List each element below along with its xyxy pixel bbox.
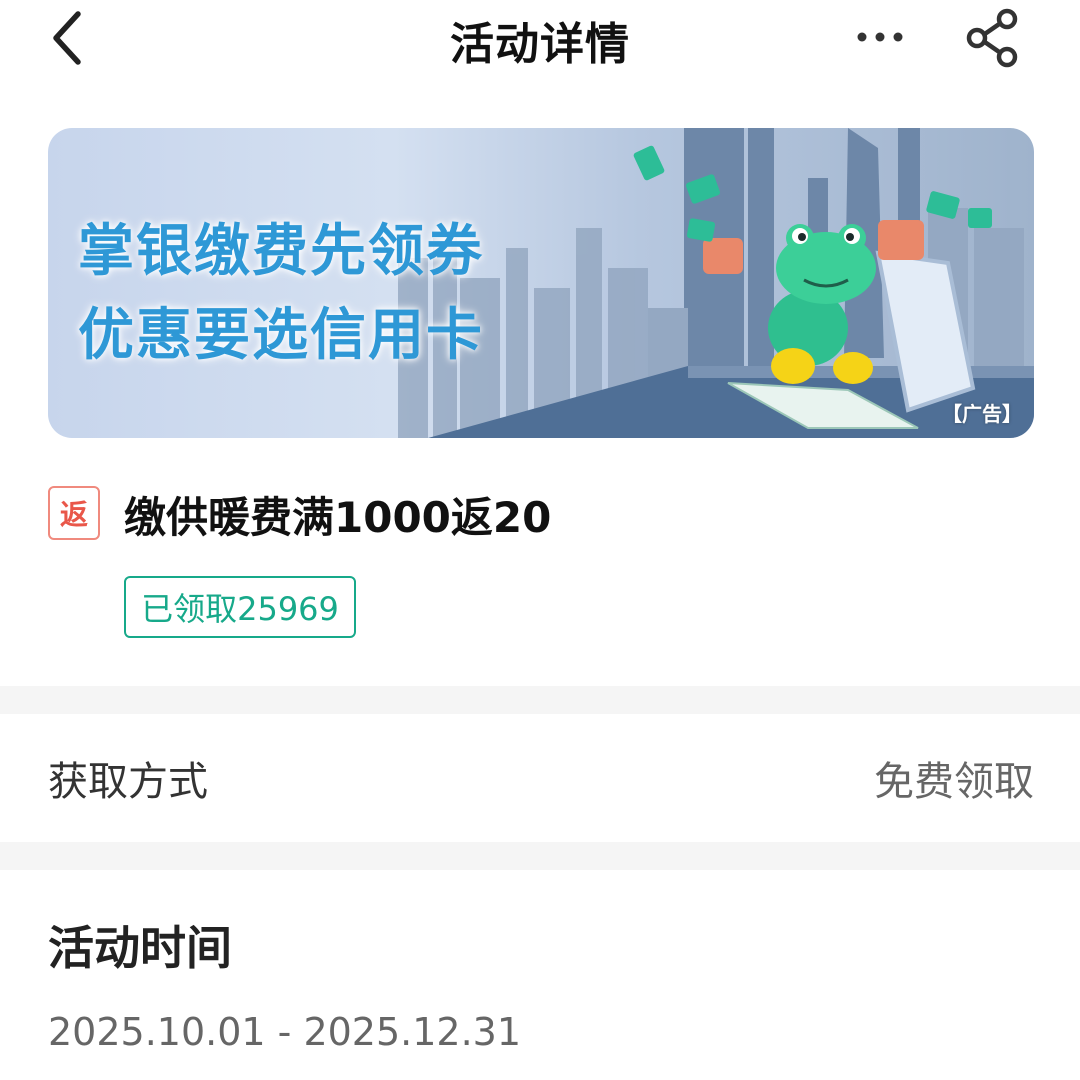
acquire-method-row: 获取方式 免费领取 — [0, 714, 1080, 842]
ad-label: 【广告】 — [942, 402, 1022, 426]
acquire-method-value: 免费领取 — [874, 759, 1034, 805]
share-button[interactable] — [960, 6, 1026, 70]
chevron-left-icon — [53, 11, 81, 65]
offer-title: 缴供暖费满1000返20 — [124, 493, 552, 542]
section-divider — [0, 686, 1080, 714]
promo-banner[interactable]: 掌银缴费先领券 优惠要选信用卡 【广告】 — [48, 128, 1034, 438]
more-button[interactable] — [848, 14, 912, 60]
share-icon — [966, 8, 1018, 68]
activity-detail-page: 活动详情 掌银缴费先领券 优惠要选信用卡 【广告】 返 缴供暖费满1000返20… — [0, 0, 1080, 1080]
section-divider — [0, 842, 1080, 870]
activity-time-range: 2025.10.01 - 2025.12.31 — [48, 1010, 522, 1054]
cashback-badge: 返 — [48, 486, 100, 540]
back-button[interactable] — [36, 8, 96, 68]
top-nav-bar: 活动详情 — [0, 0, 1080, 80]
activity-time-heading: 活动时间 — [48, 921, 232, 975]
acquire-method-label: 获取方式 — [48, 759, 208, 805]
more-dots-icon — [857, 32, 903, 42]
claimed-count-badge: 已领取25969 — [124, 576, 356, 638]
banner-headline-1: 掌银缴费先领券 — [78, 219, 484, 284]
page-title: 活动详情 — [450, 19, 630, 70]
banner-headline-2: 优惠要选信用卡 — [78, 303, 484, 368]
